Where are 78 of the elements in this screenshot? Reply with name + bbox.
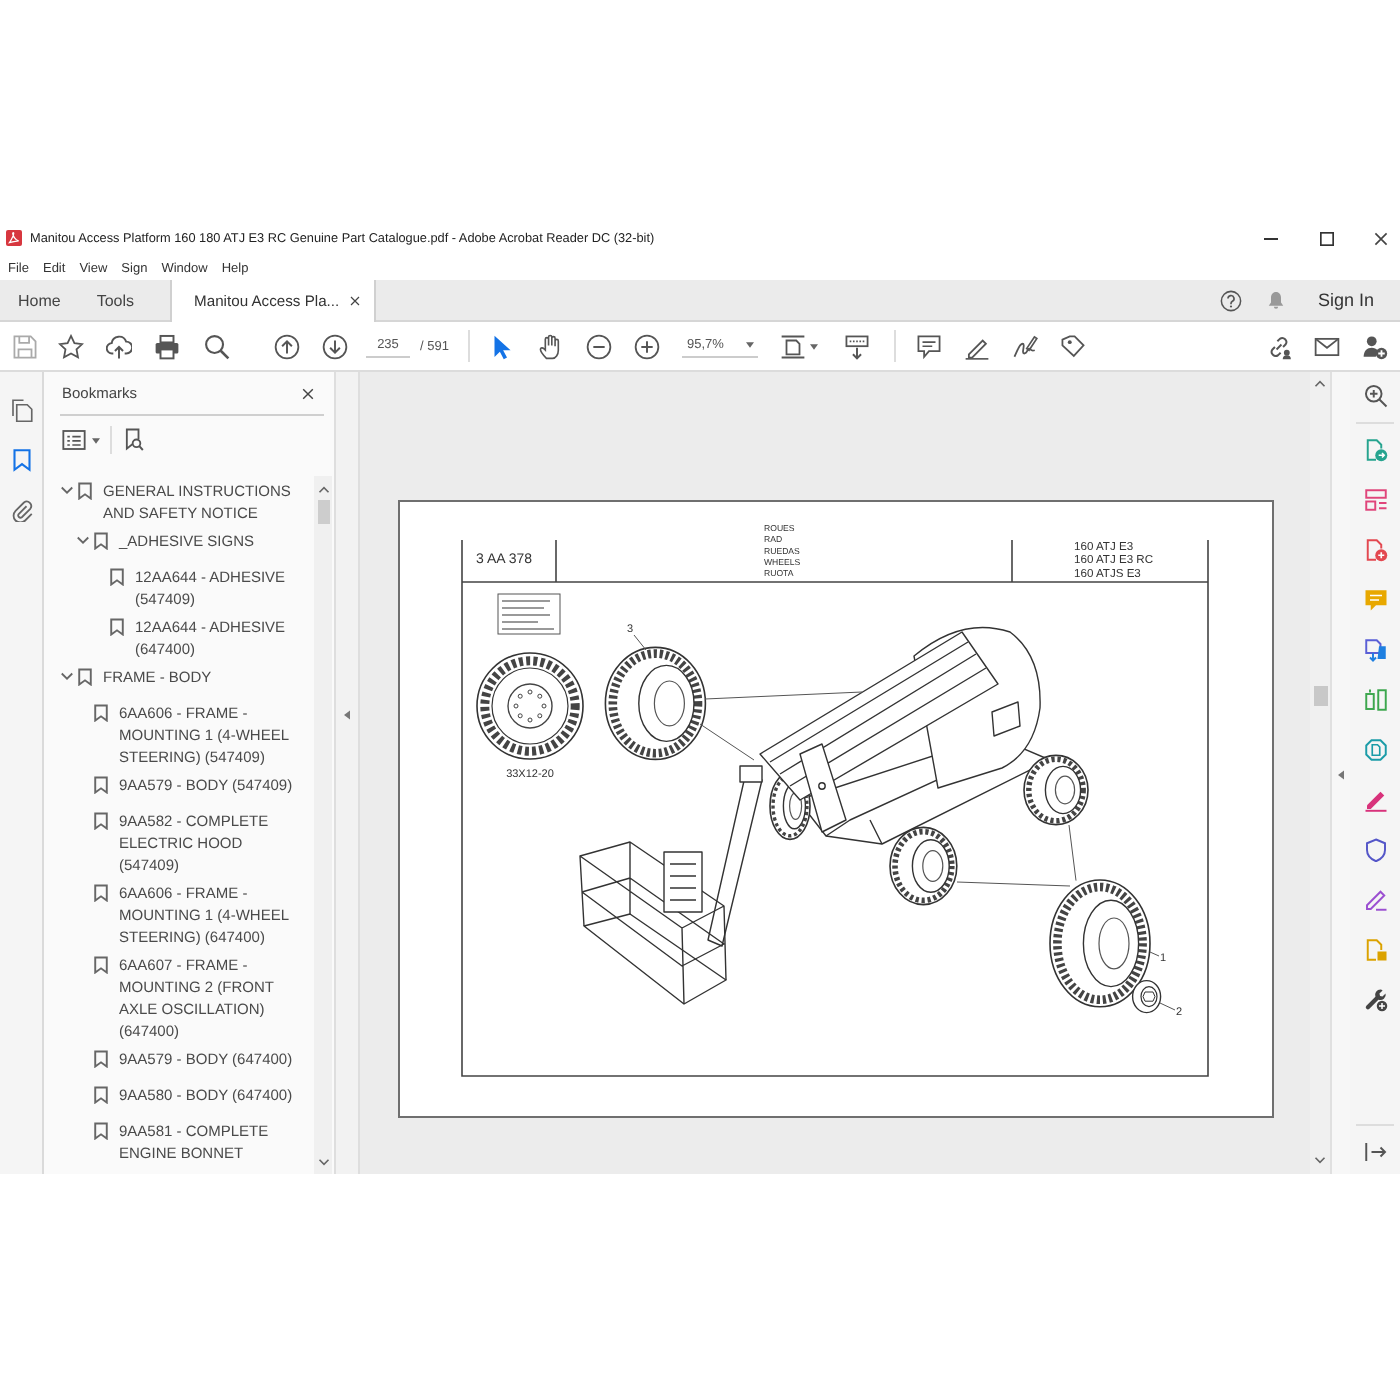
arrow-up-icon[interactable] (273, 333, 299, 359)
fit-page-icon[interactable] (780, 333, 807, 359)
wrench-plus-icon[interactable] (1363, 988, 1387, 1012)
box-arrow-down-icon[interactable] (843, 333, 870, 359)
scroll-thumb[interactable] (317, 500, 329, 524)
scroll-up-icon[interactable] (1314, 380, 1326, 388)
bookmark-search-icon[interactable] (124, 428, 144, 452)
help-icon[interactable] (1220, 289, 1243, 311)
tab[interactable]: Tools (78, 280, 153, 320)
leader-line (699, 723, 755, 761)
pen-icon[interactable] (963, 333, 990, 359)
chevron-icon[interactable] (60, 671, 74, 681)
print-icon[interactable] (153, 333, 179, 359)
collapse-icon[interactable] (344, 710, 350, 720)
signature-icon[interactable] (1011, 333, 1038, 359)
arrow-down-icon[interactable] (321, 333, 347, 359)
document-export-icon[interactable] (1363, 438, 1387, 462)
control-box (663, 851, 703, 913)
layout-icon[interactable] (1363, 488, 1387, 512)
bookmark-icon (78, 481, 92, 499)
maximize-icon[interactable] (1319, 231, 1333, 245)
zoom-in-icon[interactable] (1363, 384, 1387, 408)
tag-icon[interactable] (1059, 333, 1086, 359)
scroll-down-icon[interactable] (1314, 1156, 1326, 1164)
bookmark-icon (94, 883, 108, 901)
upload-icon[interactable] (105, 333, 131, 359)
minimize-icon[interactable] (1263, 237, 1277, 239)
tire (1049, 879, 1151, 1008)
leader-line (1159, 1002, 1176, 1011)
caret-icon[interactable] (810, 343, 819, 349)
scrollbar[interactable] (1310, 372, 1330, 1174)
expand-panel-icon[interactable] (1363, 1140, 1387, 1164)
shield-icon[interactable] (1363, 838, 1387, 862)
label-plate-drawing (497, 593, 561, 635)
caret-icon[interactable] (746, 342, 755, 348)
document-arrow-icon[interactable] (1363, 638, 1387, 662)
tire (476, 652, 584, 760)
star-icon[interactable] (57, 333, 83, 359)
close-icon[interactable] (302, 387, 314, 399)
document-add-icon[interactable] (1363, 538, 1387, 562)
list-icon[interactable] (62, 430, 86, 450)
scroll-down-icon[interactable] (317, 1158, 329, 1166)
wheel-hub (1131, 979, 1162, 1014)
scrollbar[interactable] (314, 476, 332, 1174)
leader-line (633, 634, 647, 651)
tire (604, 646, 707, 761)
link-icon[interactable] (1265, 333, 1291, 359)
leader-line (1149, 951, 1160, 957)
search-icon[interactable] (203, 333, 229, 359)
tab[interactable]: Home (0, 280, 79, 320)
tire (889, 826, 958, 906)
caret-icon[interactable] (92, 437, 100, 443)
close-icon[interactable] (349, 296, 360, 306)
mast (799, 743, 847, 833)
bookmark-icon[interactable] (9, 448, 33, 472)
chevron-icon[interactable] (76, 535, 90, 545)
chevron-icon[interactable] (60, 485, 74, 495)
paperclip-icon[interactable] (9, 498, 33, 522)
bookmark-icon (94, 955, 108, 973)
tire (1023, 754, 1089, 826)
comment-icon[interactable] (915, 333, 942, 359)
close-icon[interactable] (1373, 231, 1387, 245)
hand-icon[interactable] (537, 333, 564, 359)
bookmark-icon (110, 617, 124, 635)
zoom-in-icon[interactable] (633, 333, 660, 359)
pages-icon[interactable] (9, 398, 33, 422)
add-person-icon[interactable] (1361, 333, 1387, 359)
zoom-out-icon[interactable] (585, 333, 612, 359)
scroll-up-icon[interactable] (317, 486, 329, 494)
columns-icon[interactable] (1363, 688, 1387, 712)
octagon-document-icon[interactable] (1363, 738, 1387, 762)
sign-in-button[interactable]: Sign In (1317, 290, 1374, 310)
app-icon (6, 230, 22, 246)
pen-icon[interactable] (1363, 888, 1387, 912)
scroll-thumb[interactable] (1313, 686, 1327, 706)
pen-icon[interactable] (1363, 788, 1387, 812)
collapse-icon[interactable] (1338, 770, 1344, 780)
mail-icon[interactable] (1313, 333, 1339, 359)
